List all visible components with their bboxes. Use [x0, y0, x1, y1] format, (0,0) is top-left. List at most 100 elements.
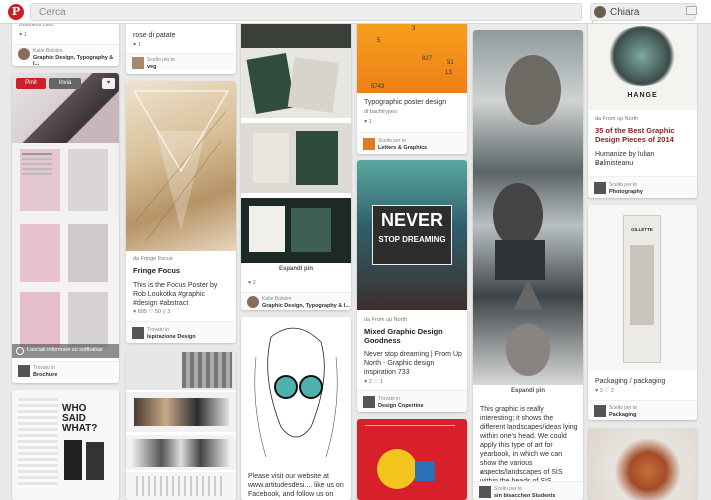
pin-description: Humanize by Iulian Balinisteanu	[595, 151, 655, 167]
pin-description: Please visit our website at www.artitude…	[248, 473, 344, 498]
board-name: sin bisacchen Students	[494, 493, 556, 499]
board-found-in: Scelto per te	[378, 138, 407, 144]
poster-title: HANGE	[627, 92, 658, 99]
pin-card[interactable]: WHO SAID WHAT?	[12, 390, 119, 500]
board-name: veg	[147, 64, 157, 70]
pin-board-row[interactable]: Scelto per te Photography	[588, 176, 697, 198]
pin-user-name: Katie Bolsten	[262, 296, 292, 302]
pin-card[interactable]: Business card ♥ 1 Katie Bolsten Graphic …	[12, 18, 119, 66]
pin-image	[588, 428, 697, 500]
pin-stats: ♥ 1	[364, 119, 372, 125]
like-button[interactable]: ♥	[102, 78, 115, 89]
board-found-in: Trovato in	[378, 396, 401, 402]
pin-card[interactable]: GILLETTE Packaging / packaging ♥ 3 ♡ 2 S…	[588, 205, 697, 420]
pin-card[interactable]: Pinit Invia ♥ Lasciati informare su soft…	[12, 73, 119, 383]
pinterest-logo-icon[interactable]: P	[8, 4, 24, 20]
pin-board-row[interactable]: Trovato in Design Copertine	[357, 390, 467, 412]
user-name: Chiara	[610, 7, 640, 18]
overlay-text: Lasciati informare su softbalias	[27, 347, 103, 353]
pin-image	[241, 198, 351, 263]
pin-image: HANGE	[588, 18, 697, 110]
board-thumbnail	[363, 138, 375, 150]
pinit-button[interactable]: Pinit	[16, 78, 46, 89]
search-placeholder: Cerca	[39, 7, 66, 18]
board-found-in: Trovato in	[33, 365, 56, 371]
pin-stats: ♥ 2 ♡ 1	[364, 379, 383, 385]
board-thumbnail	[594, 182, 606, 194]
pin-user-row[interactable]: Katie Bolsten Graphic Design, Typography…	[241, 292, 351, 310]
poster-headline: NEVER	[380, 210, 443, 230]
avatar	[594, 6, 606, 18]
pin-card[interactable]: Espandi pin This graphic is really inter…	[473, 30, 583, 500]
poster-subline: STOP DREAMING	[378, 235, 446, 244]
pin-board-row[interactable]: Scelto per te Packaging	[588, 400, 697, 420]
board-found-in: Scelto per te	[609, 182, 638, 188]
pin-image: GILLETTE	[588, 205, 697, 370]
pin-stats: ♥ 2	[248, 280, 256, 286]
pin-image	[126, 81, 236, 251]
pin-title: 35 of the Best Graphic Design Pieces of …	[595, 126, 675, 144]
expand-pin-button[interactable]: Espandi pin	[473, 388, 583, 394]
pin-image	[12, 143, 119, 218]
pin-board-row[interactable]: Scelto per te veg	[126, 53, 236, 71]
pin-image	[126, 350, 236, 390]
pin-description: rose di patate	[133, 32, 176, 39]
pin-board-row[interactable]: Trovato in Ispirazione Design	[126, 321, 236, 343]
pin-source[interactable]: da Fringe Focus	[133, 256, 173, 263]
poster-number: 5743	[371, 84, 385, 90]
pin-image	[126, 435, 236, 470]
pin-user-row[interactable]: Katie Bolsten Graphic Design, Typography…	[12, 44, 119, 66]
pin-stats: ♥ 1	[133, 42, 141, 48]
pin-image: NEVER STOP DREAMING	[357, 160, 467, 310]
pin-stats: ♥ 1	[19, 32, 27, 38]
pin-card[interactable]: 3 827 5 51 13 5743 Typographic poster de…	[357, 18, 467, 154]
board-found-in: Scelto per te	[494, 486, 523, 492]
expand-pin-button[interactable]: Espandi pin	[241, 266, 351, 272]
globe-icon	[16, 347, 24, 355]
pin-card[interactable]	[588, 428, 697, 500]
pin-card[interactable]: rose di patate ♥ 1 Scelto per te veg	[126, 18, 236, 74]
pin-title: Typographic poster design	[364, 99, 447, 106]
board-name: Ispirazione Design	[147, 334, 196, 340]
pin-card[interactable]: Please visit our website at www.artitude…	[241, 317, 351, 500]
pin-image	[473, 30, 583, 385]
board-name: Photography	[609, 189, 643, 195]
package-label: GILLETTE	[631, 227, 653, 232]
avatar	[18, 48, 30, 60]
pin-image	[126, 392, 236, 432]
pin-user-board: Graphic Design, Typography & I...	[33, 55, 114, 66]
pin-card[interactable]: Espandi pin ♥ 2 Katie Bolsten Graphic De…	[241, 18, 351, 310]
pin-source[interactable]: di bachtrypes	[364, 109, 397, 116]
board-thumbnail	[18, 365, 30, 377]
pin-card[interactable]: NEVER STOP DREAMING da From up North Mix…	[357, 160, 467, 412]
pin-stats: ♥ 11 ♡ 1	[480, 470, 502, 476]
pin-image	[241, 317, 351, 467]
board-thumbnail	[132, 327, 144, 339]
user-profile-button[interactable]: Chiara	[590, 3, 696, 21]
poster-number: 827	[422, 56, 433, 62]
pin-board-row[interactable]: Trovato in Brochure	[12, 361, 119, 379]
pin-card[interactable]: da Fringe Focus Fringe Focus This is the…	[126, 81, 236, 343]
pin-card[interactable]	[126, 350, 236, 500]
pin-board-row[interactable]: Scelto per te sin bisacchen Students	[473, 481, 583, 500]
search-input[interactable]: Cerca	[30, 3, 607, 23]
board-thumbnail	[363, 396, 375, 408]
pin-card[interactable]: HANGE da From up North 35 of the Best Gr…	[588, 18, 697, 198]
board-thumbnail	[132, 57, 144, 69]
pin-source[interactable]: da From up North	[595, 116, 638, 123]
top-bar: P Cerca Chiara	[0, 0, 711, 24]
poster-number: 51	[447, 60, 454, 66]
pin-artwork	[493, 55, 561, 376]
send-button[interactable]: Invia	[49, 78, 81, 89]
overlay-banner[interactable]: Lasciati informare su softbalias	[12, 344, 119, 358]
board-name: Letters & Graphics	[378, 145, 428, 151]
poster-number: 5	[377, 38, 381, 44]
pin-image	[241, 123, 351, 193]
board-found-in: Scelto per te	[609, 405, 638, 411]
pin-card[interactable]	[357, 419, 467, 500]
notifications-icon[interactable]	[686, 6, 697, 15]
pin-source[interactable]: da From up North	[364, 317, 407, 324]
pin-board-row[interactable]: Scelto per te Letters & Graphics	[357, 132, 467, 154]
pin-user-board: Graphic Design, Typography & I...	[262, 303, 350, 309]
board-thumbnail	[594, 405, 606, 417]
